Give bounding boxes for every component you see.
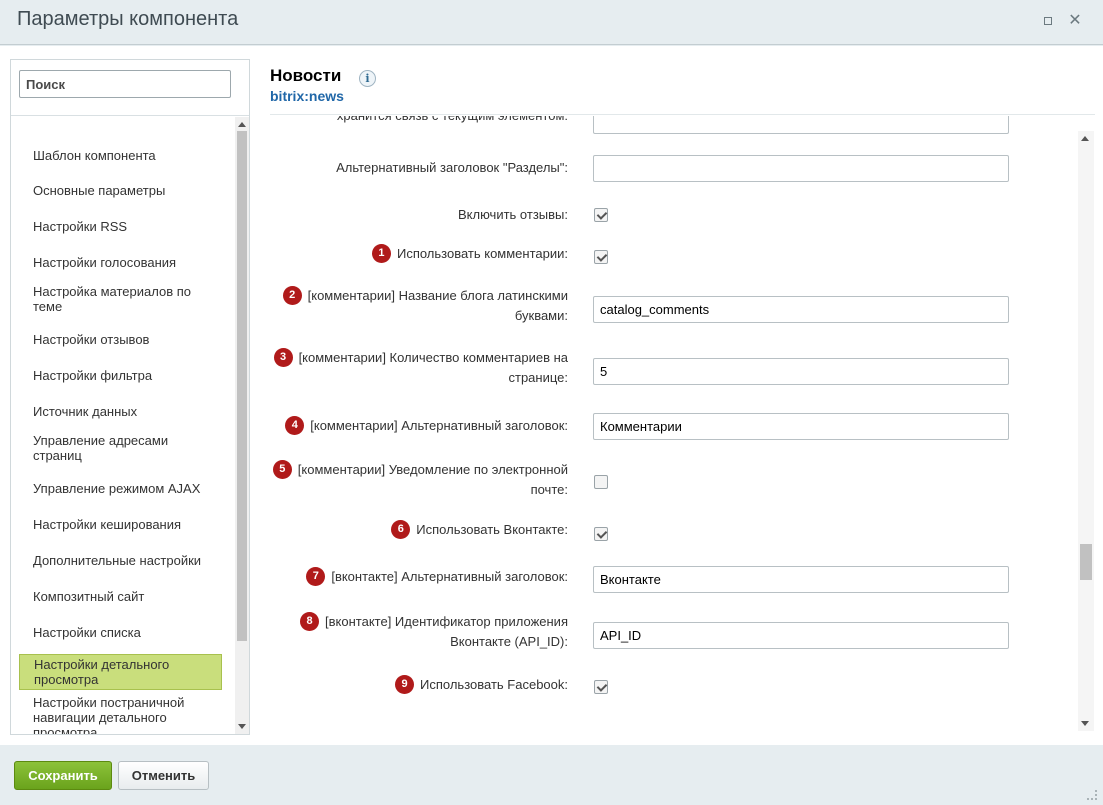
param-label-text: [вконтакте] Идентификатор приложения Вко… — [325, 614, 568, 649]
param-input[interactable] — [593, 622, 1009, 649]
param-label-text: хранится связь с текущим элементом: — [337, 116, 568, 123]
param-checkbox[interactable] — [594, 208, 608, 222]
param-label: 8 [вконтакте] Идентификатор приложения Вк… — [270, 612, 568, 652]
dialog-content: Шаблон компонента Основные параметры Настр… — [0, 46, 1103, 745]
param-label: 5 [комментарии] Уведомление по электронно… — [270, 460, 568, 500]
scroll-up-icon[interactable] — [238, 122, 246, 127]
main-scrollbar[interactable] — [1078, 131, 1094, 731]
scroll-down-icon[interactable] — [1081, 721, 1089, 726]
param-label-text: Использовать комментарии: — [396, 246, 568, 261]
param-label: 4 [комментарии] Альтернативный заголовок: — [270, 416, 568, 436]
sidebar-item[interactable]: Основные параметры — [19, 180, 222, 200]
scrollbar-thumb[interactable] — [1080, 544, 1092, 580]
sidebar-item[interactable]: Настройки списка — [19, 622, 222, 642]
step-badge: 5 — [272, 460, 292, 479]
sidebar-item[interactable]: Управление адресами страниц — [19, 432, 222, 464]
param-input[interactable] — [593, 358, 1009, 385]
param-label: Альтернативный заголовок "Разделы": — [270, 158, 568, 178]
sidebar-item[interactable]: Дополнительные настройки — [19, 550, 222, 570]
search-area — [11, 60, 249, 116]
save-button[interactable]: Сохранить — [14, 761, 112, 790]
step-badge: 7 — [306, 567, 326, 586]
component-title: Новости — [270, 66, 342, 85]
sidebar-item[interactable]: Настройки детального просмотра — [19, 654, 222, 690]
main-panel: Новости i bitrix:news хранится связь с т… — [270, 46, 1095, 745]
param-checkbox[interactable] — [594, 527, 608, 541]
param-label-text: Альтернативный заголовок "Разделы": — [336, 160, 568, 175]
component-code: bitrix:news — [270, 88, 344, 104]
param-label-text: [комментарии] Количество комментариев на… — [298, 350, 568, 385]
maximize-icon[interactable] — [1040, 13, 1056, 29]
scroll-down-icon[interactable] — [238, 724, 246, 729]
step-badge: 1 — [371, 244, 391, 263]
param-label: хранится связь с текущим элементом: — [270, 116, 568, 126]
param-label: 3 [комментарии] Количество комментариев н… — [270, 348, 568, 388]
sidebar-item[interactable]: Настройки фильтра — [19, 365, 222, 385]
param-label-text: Использовать Facebook: — [420, 677, 568, 692]
param-input[interactable] — [593, 566, 1009, 593]
sidebar-item[interactable]: Настройки голосования — [19, 252, 222, 272]
divider — [270, 114, 1095, 115]
info-icon[interactable]: i — [359, 70, 376, 87]
param-label: 7 [вконтакте] Альтернативный заголовок: — [270, 567, 568, 587]
param-label-text: [вконтакте] Альтернативный заголовок: — [331, 569, 568, 584]
scrollbar-thumb[interactable] — [237, 131, 247, 641]
dialog-title: Параметры компонента — [17, 8, 239, 30]
param-label-text: Включить отзывы: — [458, 207, 568, 222]
sidebar-item[interactable]: Настройка материалов по теме — [19, 283, 222, 315]
param-label: 1 Использовать комментарии: — [270, 244, 568, 264]
sidebar-item[interactable]: Управление режимом AJAX — [19, 478, 222, 498]
sidebar-scrollbar[interactable] — [235, 117, 249, 734]
step-badge: 3 — [273, 348, 293, 367]
param-checkbox[interactable] — [594, 680, 608, 694]
parameters-list: хранится связь с текущим элементом: Альте… — [270, 116, 1078, 736]
search-input[interactable] — [19, 70, 231, 98]
close-icon[interactable]: ✕ — [1067, 13, 1083, 29]
sidebar: Шаблон компонента Основные параметры Настр… — [10, 59, 250, 735]
step-badge: 4 — [285, 416, 305, 435]
sidebar-item[interactable]: Настройки постраничной навигации детальн… — [19, 695, 222, 735]
step-badge: 2 — [282, 286, 302, 305]
step-badge: 6 — [391, 520, 411, 539]
param-label: 6 Использовать Вконтакте: — [270, 520, 568, 540]
scroll-up-icon[interactable] — [1081, 136, 1089, 141]
param-checkbox[interactable] — [594, 475, 608, 489]
sidebar-menu: Шаблон компонента Основные параметры Настр… — [11, 117, 235, 734]
param-label-text: Использовать Вконтакте: — [416, 522, 568, 537]
sidebar-item[interactable]: Композитный сайт — [19, 586, 222, 606]
param-label-text: [комментарии] Название блога латинскими … — [307, 288, 568, 323]
param-input[interactable] — [593, 296, 1009, 323]
step-badge: 9 — [395, 675, 415, 694]
step-badge: 8 — [300, 612, 320, 631]
param-label-text: [комментарии] Уведомление по электронной… — [297, 462, 568, 497]
dialog-titlebar: Параметры компонента ✕ — [0, 0, 1103, 45]
sidebar-item[interactable]: Настройки кеширования — [19, 514, 222, 534]
param-label-text: [комментарии] Альтернативный заголовок: — [310, 418, 568, 433]
param-label: Включить отзывы: — [270, 205, 568, 225]
sidebar-item[interactable]: Шаблон компонента — [19, 145, 222, 165]
cancel-button[interactable]: Отменить — [118, 761, 209, 790]
sidebar-item[interactable]: Настройки отзывов — [19, 329, 222, 349]
dialog-footer: Сохранить Отменить — [0, 745, 1103, 805]
sidebar-item[interactable]: Настройки RSS — [19, 216, 222, 236]
param-input[interactable] — [593, 116, 1009, 134]
param-input[interactable] — [593, 413, 1009, 440]
param-label: 9 Использовать Facebook: — [270, 675, 568, 695]
resize-grip-icon[interactable] — [1087, 790, 1097, 800]
param-checkbox[interactable] — [594, 250, 608, 264]
param-input[interactable] — [593, 155, 1009, 182]
param-label: 2 [комментарии] Название блога латинскими… — [270, 286, 568, 326]
sidebar-item[interactable]: Источник данных — [19, 401, 222, 421]
